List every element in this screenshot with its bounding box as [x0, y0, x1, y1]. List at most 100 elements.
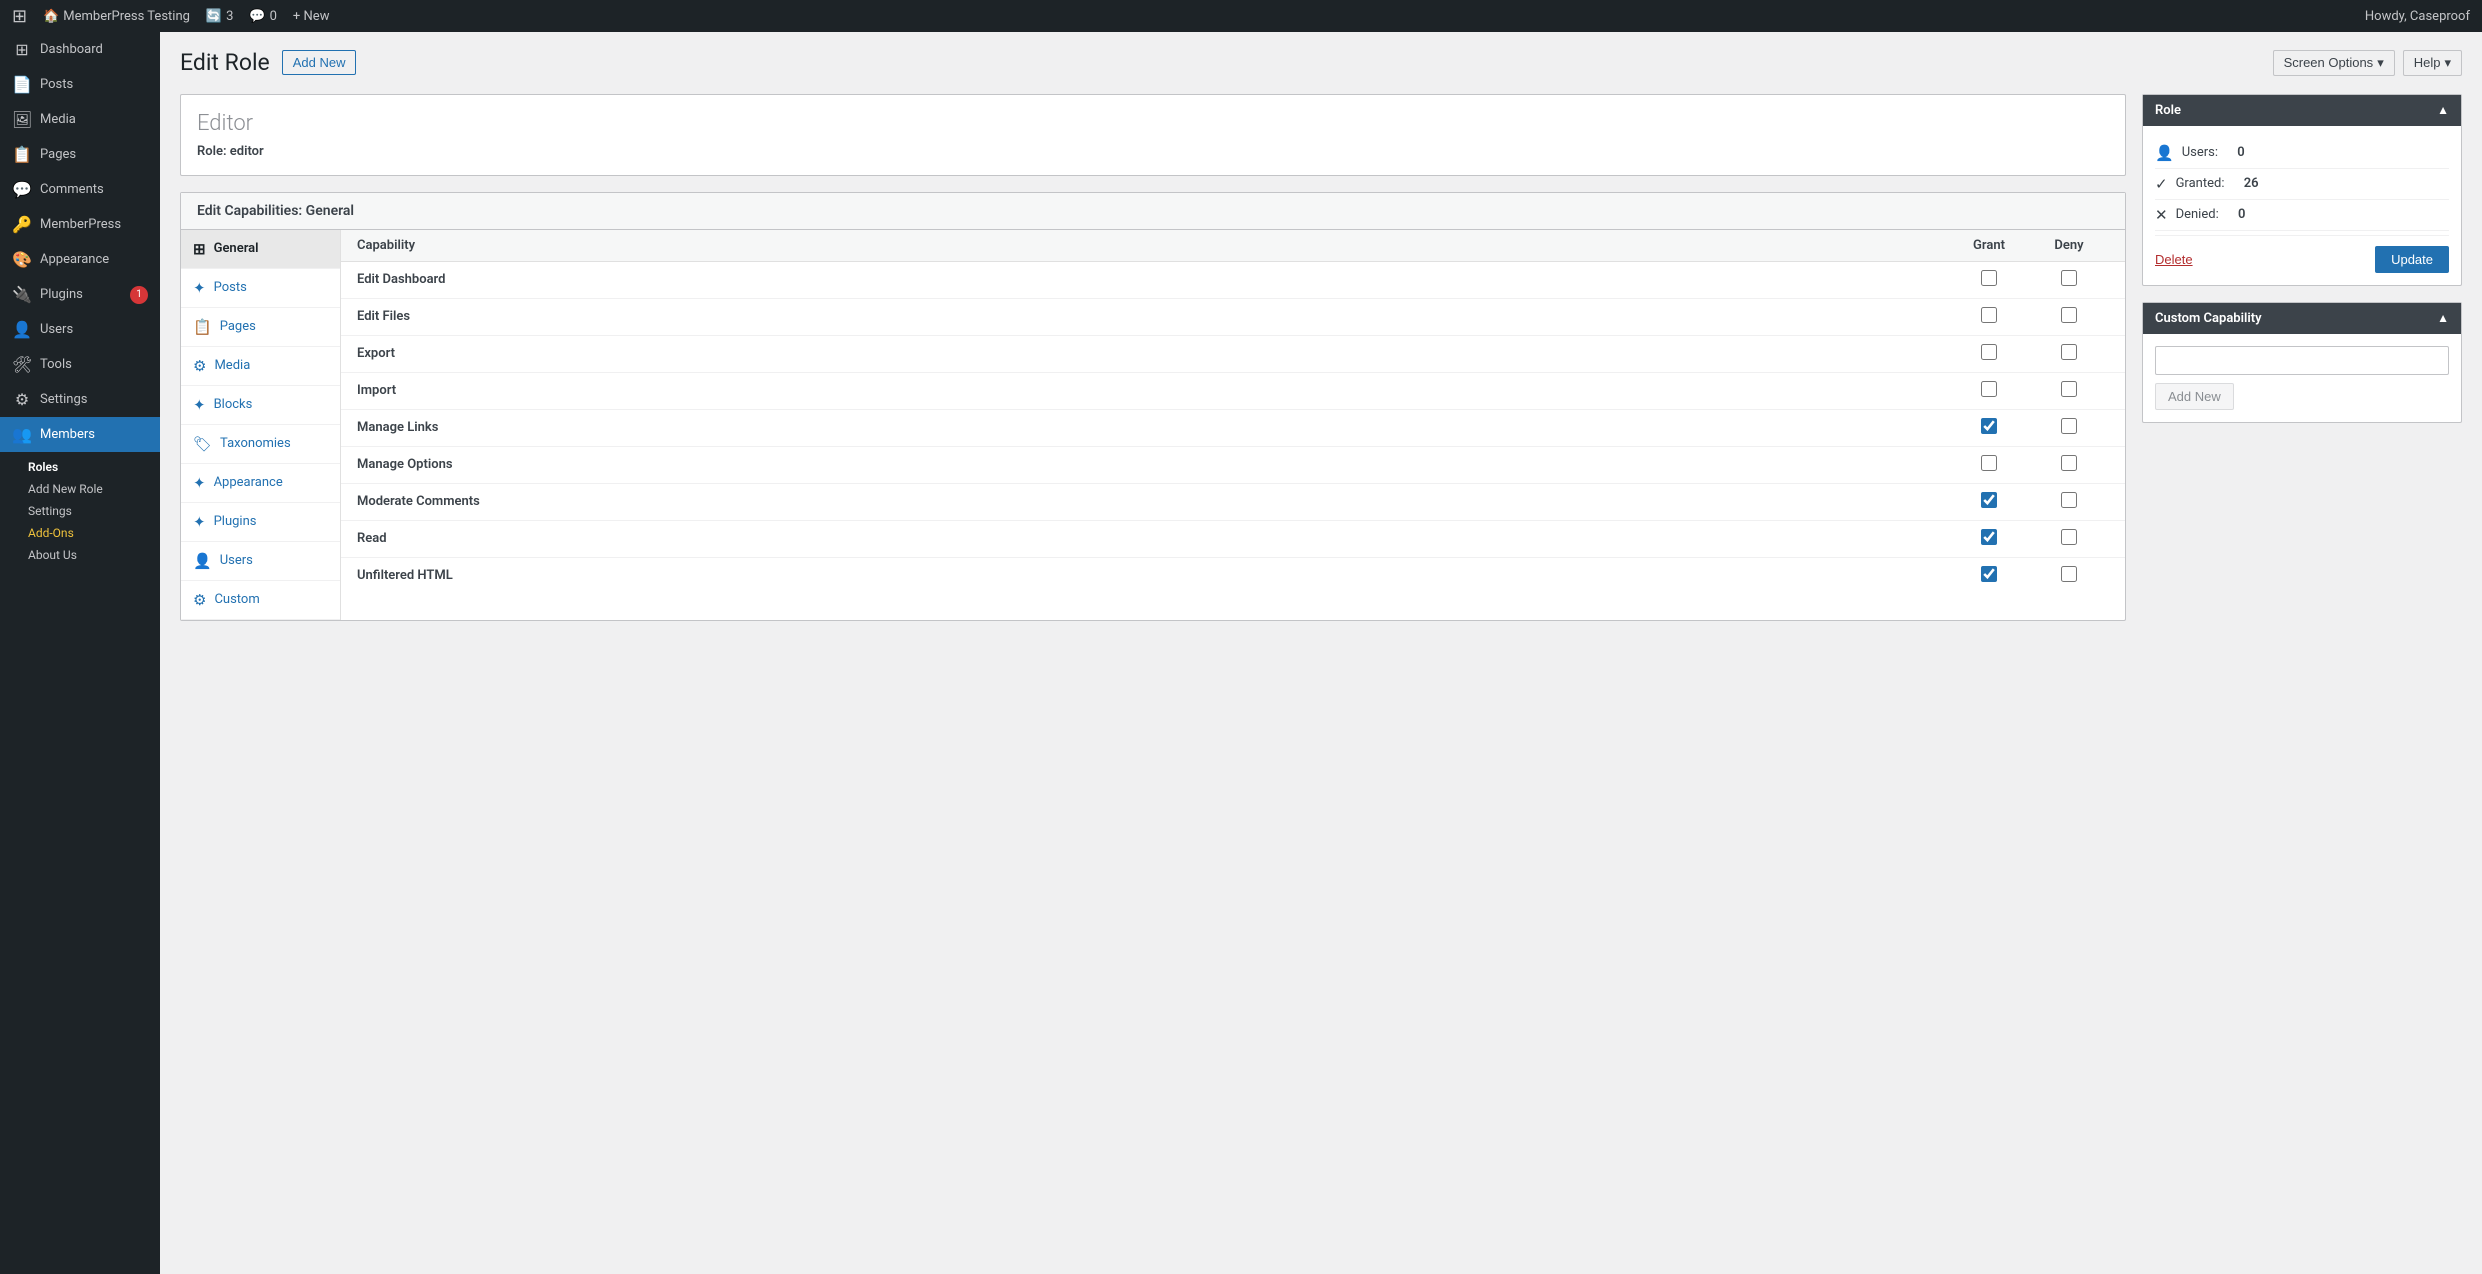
deny-checkbox[interactable]: [2061, 529, 2077, 545]
cap-deny-check[interactable]: [2029, 529, 2109, 549]
cap-nav-plugins[interactable]: ✦ Plugins: [181, 503, 340, 542]
help-button[interactable]: Help ▾: [2403, 50, 2462, 76]
media-icon: ⚙: [193, 357, 206, 375]
cap-nav-taxonomies[interactable]: 🏷 Taxonomies: [181, 425, 340, 464]
taxonomies-icon: 🏷: [193, 435, 212, 453]
cap-deny-check[interactable]: [2029, 418, 2109, 438]
submenu-add-ons[interactable]: Add-Ons: [0, 522, 160, 544]
dashboard-icon: ⊞: [12, 40, 32, 59]
capabilities-box: Edit Capabilities: General ⊞ General ✦ P…: [180, 192, 2126, 621]
delete-button[interactable]: Delete: [2155, 252, 2193, 267]
page-title-row: Edit Role Add New: [180, 48, 356, 78]
wp-logo-icon: ⊞: [12, 6, 27, 27]
sidebar-item-plugins[interactable]: 🔌 Plugins 1: [0, 277, 160, 312]
cap-nav-media[interactable]: ⚙ Media: [181, 347, 340, 386]
sidebar-item-appearance[interactable]: 🎨 Appearance: [0, 242, 160, 277]
sidebar: ⊞ Dashboard 📄 Posts 🖼 Media 📋 Pages 💬 Co…: [0, 32, 160, 1274]
cap-grant-check[interactable]: [1949, 529, 2029, 549]
grant-checkbox[interactable]: [1981, 455, 1997, 471]
cap-grant-check[interactable]: [1949, 344, 2029, 364]
plugins-badge: 1: [130, 286, 148, 304]
submenu-settings[interactable]: Settings: [0, 500, 160, 522]
add-new-button[interactable]: Add New: [282, 50, 357, 75]
deny-checkbox[interactable]: [2061, 455, 2077, 471]
submenu-roles[interactable]: Roles: [0, 452, 160, 478]
grant-checkbox[interactable]: [1981, 529, 1997, 545]
update-button[interactable]: Update: [2375, 246, 2449, 273]
blocks-icon: ✦: [193, 396, 206, 414]
grant-checkbox[interactable]: [1981, 307, 1997, 323]
cap-nav-pages[interactable]: 📋 Pages: [181, 308, 340, 347]
custom-capability-input[interactable]: [2155, 346, 2449, 375]
sidebar-item-users[interactable]: 👤 Users: [0, 312, 160, 347]
grant-checkbox[interactable]: [1981, 381, 1997, 397]
comments-item[interactable]: 💬 0: [249, 9, 277, 24]
cap-grant-check[interactable]: [1949, 455, 2029, 475]
table-row: Export: [341, 336, 2125, 373]
grant-checkbox[interactable]: [1981, 344, 1997, 360]
cap-deny-check[interactable]: [2029, 344, 2109, 364]
cap-nav-blocks[interactable]: ✦ Blocks: [181, 386, 340, 425]
chevron-down-icon: ▾: [2444, 55, 2451, 71]
submenu-add-new-role[interactable]: Add New Role: [0, 478, 160, 500]
comments-icon: 💬: [12, 180, 32, 199]
add-cap-button[interactable]: Add New: [2155, 383, 2234, 410]
cap-deny-check[interactable]: [2029, 492, 2109, 512]
sidebar-item-memberpress[interactable]: 🔑 MemberPress: [0, 207, 160, 242]
cap-deny-check[interactable]: [2029, 455, 2109, 475]
denied-value: 0: [2238, 207, 2245, 222]
sidebar-item-media[interactable]: 🖼 Media: [0, 102, 160, 137]
grant-checkbox[interactable]: [1981, 566, 1997, 582]
deny-checkbox[interactable]: [2061, 492, 2077, 508]
denied-stat: ✕ Denied: 0: [2155, 200, 2449, 231]
site-name[interactable]: 🏠 MemberPress Testing: [43, 9, 190, 24]
deny-checkbox[interactable]: [2061, 307, 2077, 323]
sidebar-item-label: Dashboard: [40, 42, 103, 57]
table-row: Unfiltered HTML: [341, 558, 2125, 594]
new-item[interactable]: + New: [293, 9, 330, 24]
grant-checkbox[interactable]: [1981, 492, 1997, 508]
sidebar-item-label: Posts: [40, 77, 73, 92]
role-panel-actions: Delete Update: [2155, 235, 2449, 273]
cap-nav-posts[interactable]: ✦ Posts: [181, 269, 340, 308]
user-icon: 👤: [2155, 144, 2174, 162]
cap-deny-check[interactable]: [2029, 381, 2109, 401]
screen-options-button[interactable]: Screen Options ▾: [2273, 50, 2395, 76]
cap-nav-general[interactable]: ⊞ General: [181, 230, 340, 269]
role-panel: Role ▲ 👤 Users: 0 ✓ Granted: 26: [2142, 94, 2462, 286]
cap-name: Import: [357, 383, 1949, 398]
submenu-about-us[interactable]: About Us: [0, 544, 160, 566]
deny-checkbox[interactable]: [2061, 418, 2077, 434]
sidebar-item-label: Pages: [40, 147, 76, 162]
cap-grant-check[interactable]: [1949, 270, 2029, 290]
grant-checkbox[interactable]: [1981, 418, 1997, 434]
updates-item[interactable]: 🔄 3: [206, 9, 234, 24]
sidebar-item-label: Members: [40, 427, 95, 442]
sidebar-item-comments[interactable]: 💬 Comments: [0, 172, 160, 207]
deny-checkbox[interactable]: [2061, 381, 2077, 397]
deny-checkbox[interactable]: [2061, 270, 2077, 286]
cap-grant-check[interactable]: [1949, 492, 2029, 512]
cap-table-header: Capability Grant Deny: [341, 230, 2125, 262]
deny-checkbox[interactable]: [2061, 344, 2077, 360]
top-actions: Screen Options ▾ Help ▾: [2273, 50, 2462, 76]
cap-grant-check[interactable]: [1949, 381, 2029, 401]
cap-grant-check[interactable]: [1949, 418, 2029, 438]
sidebar-item-posts[interactable]: 📄 Posts: [0, 67, 160, 102]
sidebar-item-settings[interactable]: ⚙ Settings: [0, 382, 160, 417]
cap-deny-check[interactable]: [2029, 566, 2109, 586]
cap-grant-check[interactable]: [1949, 566, 2029, 586]
cap-nav-appearance[interactable]: ✦ Appearance: [181, 464, 340, 503]
sidebar-item-pages[interactable]: 📋 Pages: [0, 137, 160, 172]
cap-nav-custom[interactable]: ⚙ Custom: [181, 581, 340, 620]
sidebar-item-tools[interactable]: 🛠 Tools: [0, 347, 160, 382]
sidebar-item-dashboard[interactable]: ⊞ Dashboard: [0, 32, 160, 67]
cap-nav-users[interactable]: 👤 Users: [181, 542, 340, 581]
cap-deny-check[interactable]: [2029, 270, 2109, 290]
cap-deny-check[interactable]: [2029, 307, 2109, 327]
cap-grant-check[interactable]: [1949, 307, 2029, 327]
deny-checkbox[interactable]: [2061, 566, 2077, 582]
sidebar-item-label: Comments: [40, 182, 104, 197]
grant-checkbox[interactable]: [1981, 270, 1997, 286]
sidebar-item-members[interactable]: 👥 Members: [0, 417, 160, 452]
